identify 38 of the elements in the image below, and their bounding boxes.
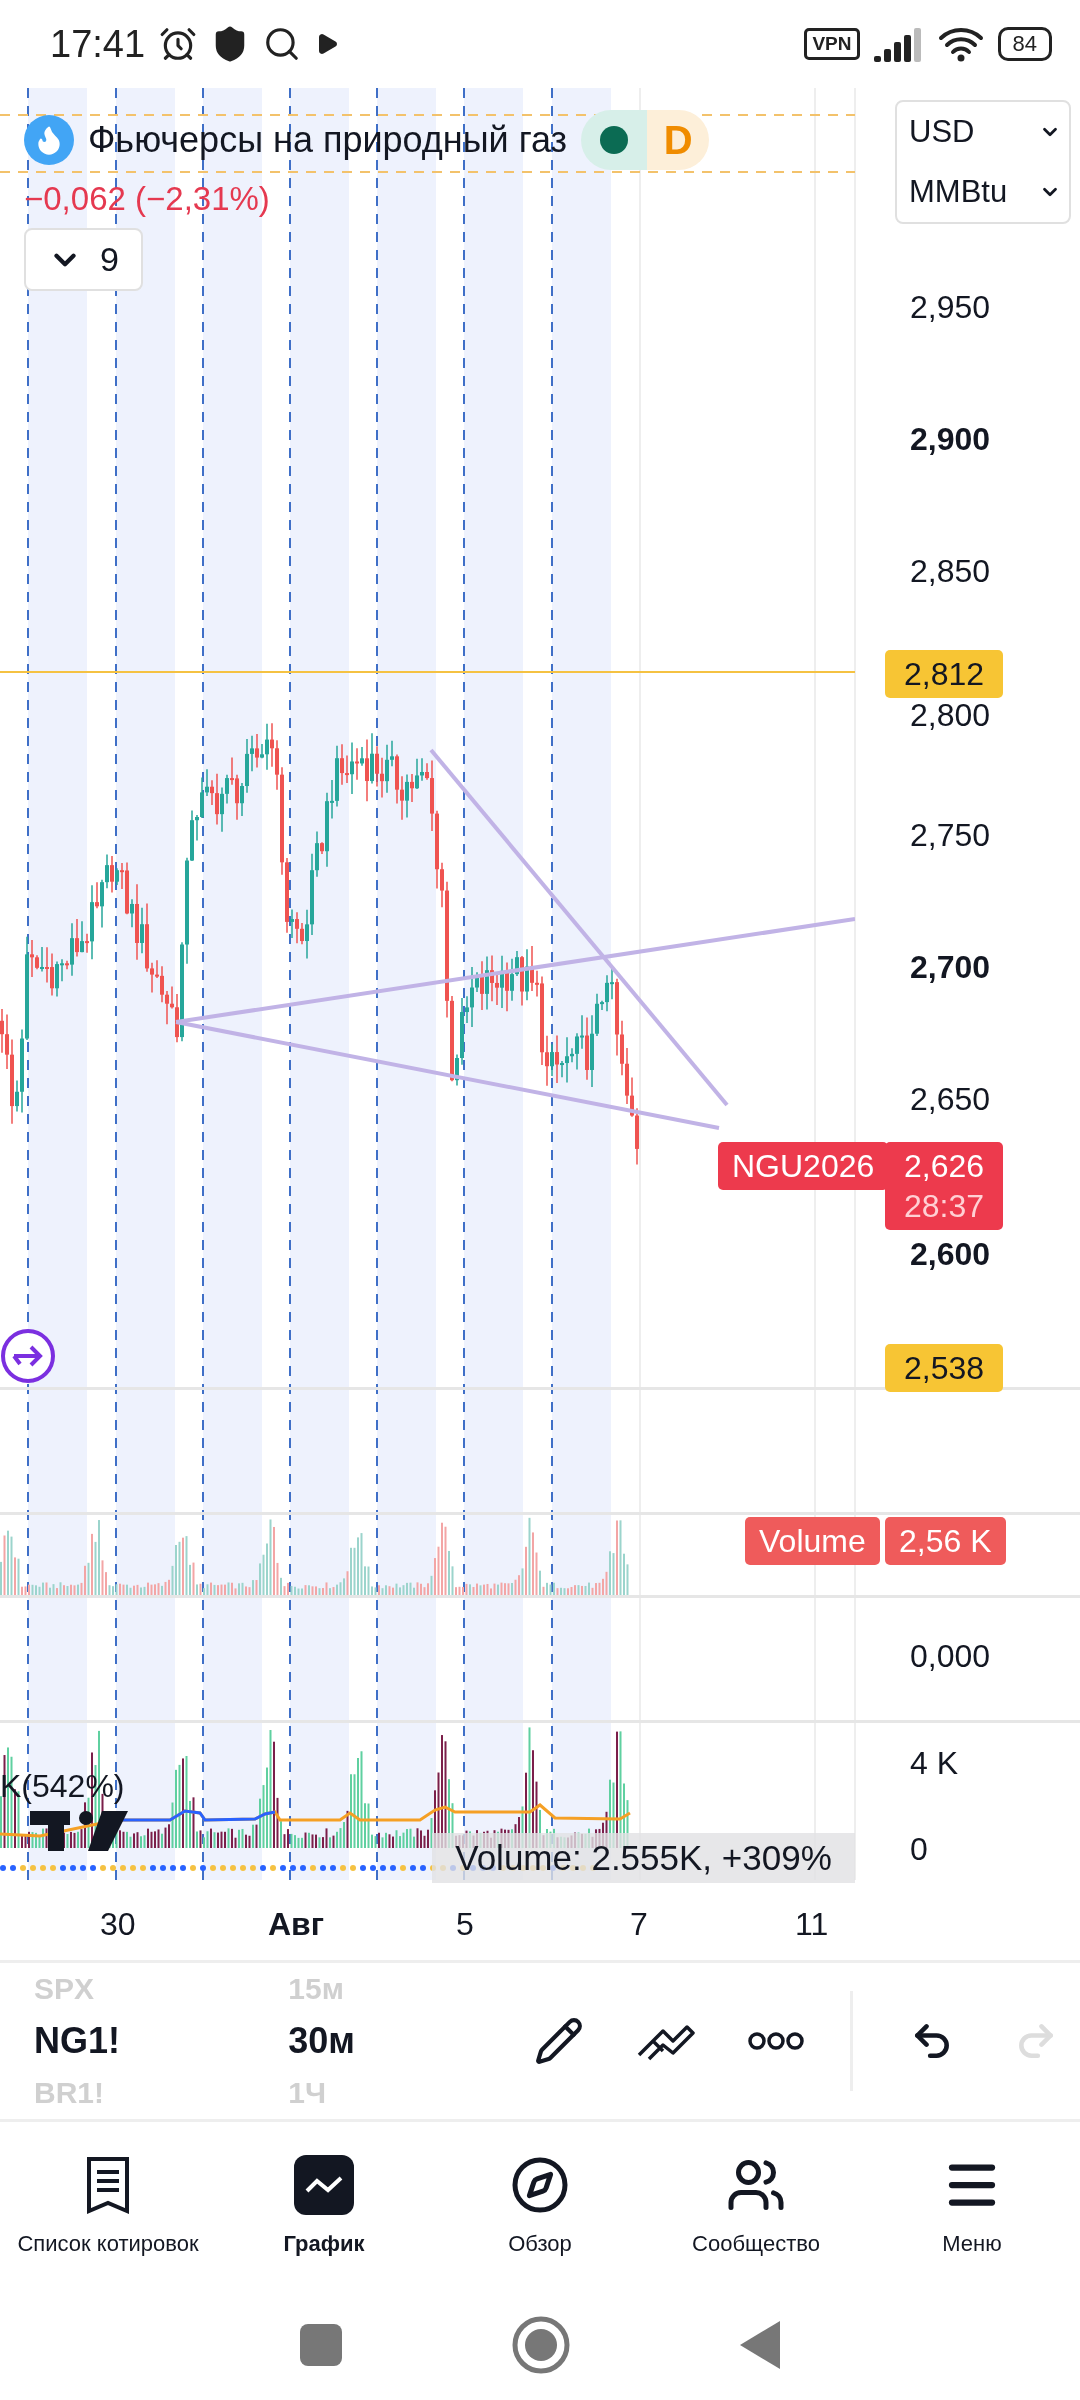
pane-axis-label: 4 K xyxy=(910,1745,959,1782)
nav-tab[interactable]: График xyxy=(216,2122,432,2290)
last-price-badge: 2,626 28:37 xyxy=(885,1142,1003,1230)
session-letter: D xyxy=(647,110,710,170)
price-axis-label: 2,900 xyxy=(910,421,991,458)
volume-legend: Volume xyxy=(745,1517,880,1565)
price-change: −0,062 (−2,31%) xyxy=(24,180,271,218)
unit-dropdown[interactable]: USD xyxy=(897,102,1069,162)
price-axis-label: 2,750 xyxy=(910,817,991,854)
price-axis-label: 2,800 xyxy=(910,697,991,734)
unit-dropdown[interactable]: MMBtu xyxy=(897,162,1069,222)
time-axis-label: 5 xyxy=(456,1906,474,1943)
price-axis-label: 2,950 xyxy=(910,289,991,326)
interval-option[interactable]: 30м xyxy=(288,2015,505,2067)
nav-tab[interactable]: Обзор xyxy=(432,2122,648,2290)
indicators-toggle[interactable]: 9 xyxy=(24,228,143,291)
symbol-title: Фьючерсы на природный газ xyxy=(88,119,568,161)
price-badge: 2,538 xyxy=(885,1344,1003,1392)
battery-level: 84 xyxy=(997,27,1052,61)
volume-readout: Volume: 2.555K, +309% xyxy=(432,1833,855,1883)
pane-axis-label: 0,000 xyxy=(910,1638,991,1675)
time-axis-label: 11 xyxy=(795,1906,829,1943)
volume-value: 2,56 K xyxy=(885,1517,1006,1565)
time-axis-label: 30 xyxy=(100,1906,136,1943)
price-axis-label: 2,850 xyxy=(910,553,991,590)
nav-tab[interactable]: Список котировок xyxy=(0,2122,216,2290)
price-axis-label: 2,650 xyxy=(910,1081,991,1118)
clock-time: 17:41 xyxy=(50,22,146,66)
symbol-option[interactable]: NG1! xyxy=(34,2015,261,2067)
price-axis-label: 2,600 xyxy=(910,1236,991,1273)
nav-tab[interactable]: Сообщество xyxy=(648,2122,864,2290)
nav-tab[interactable]: Меню xyxy=(864,2122,1080,2290)
price-badge: 2,812 xyxy=(885,650,1003,698)
pane-axis-label: 0 xyxy=(910,1831,928,1868)
price-axis-label: 2,700 xyxy=(910,949,991,986)
time-axis-label: 7 xyxy=(630,1906,648,1943)
vpn-indicator: VPN xyxy=(804,28,860,60)
time-axis-label: Авг xyxy=(268,1906,325,1943)
